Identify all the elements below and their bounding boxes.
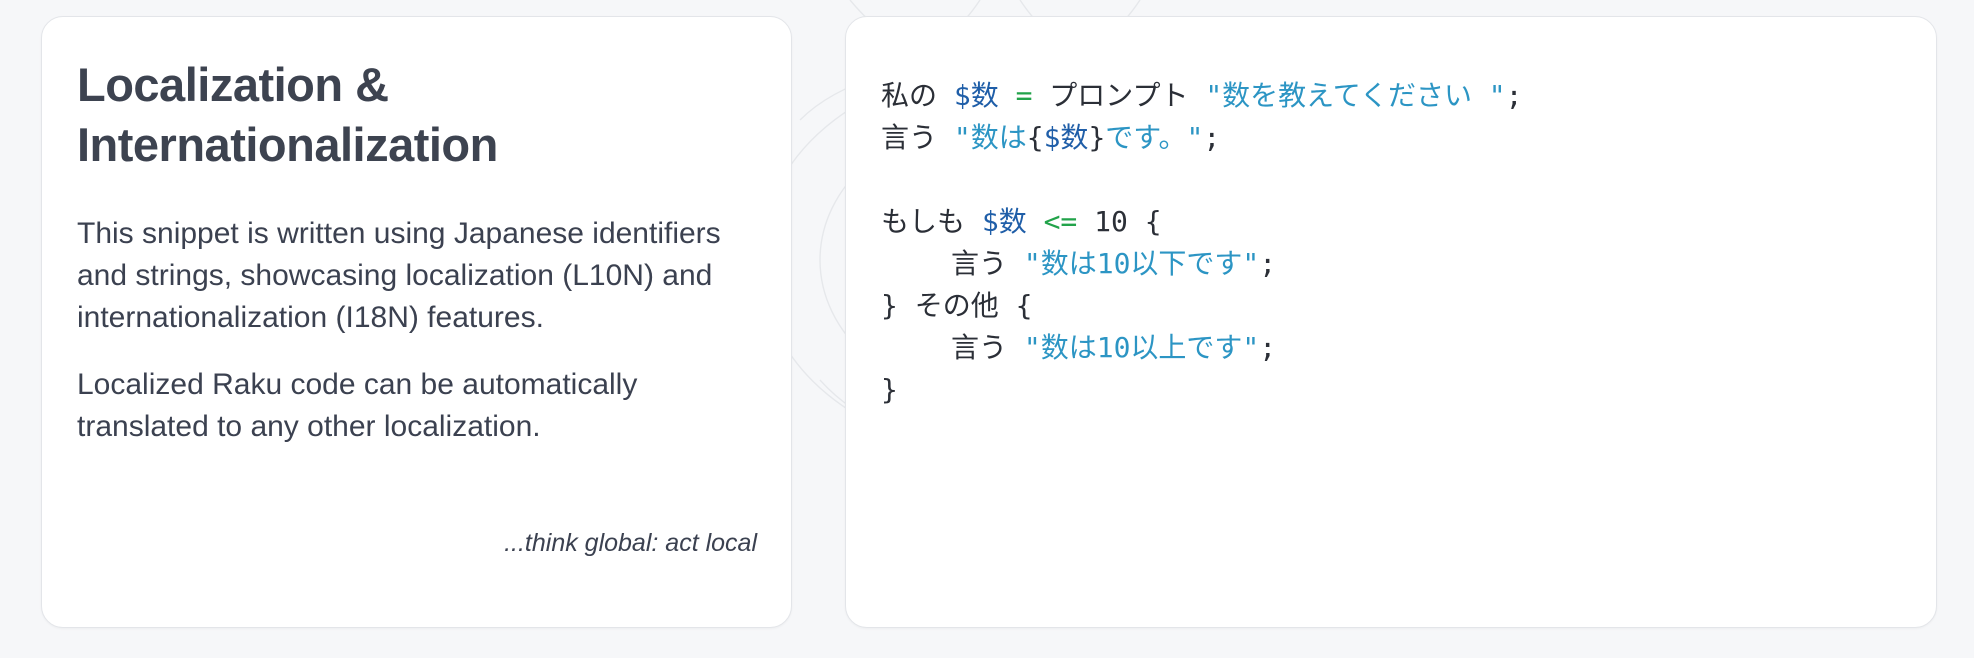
translation-paragraph: Localized Raku code can be automatically… [77, 368, 638, 443]
code-string: です。" [1105, 121, 1204, 154]
description-paragraph: This snippet is written using Japanese i… [77, 217, 721, 334]
code-variable: $数 [953, 79, 999, 112]
code-variable: $数 [981, 205, 1027, 238]
code-keyword: 言う [881, 121, 954, 154]
code-string: "数を教えてください " [1205, 79, 1506, 112]
code-string: "数は10以上です" [1023, 331, 1260, 364]
code-line-1: 私の $数 = プロンプト "数を教えてください "; [881, 75, 1902, 117]
code-string: "数は [953, 121, 1027, 154]
code-line-6: } その他 { [881, 285, 1902, 327]
code-function: プロンプト [1049, 79, 1206, 112]
code-operator: <= [1026, 205, 1095, 238]
code-variable: $数 [1043, 121, 1089, 154]
code-line-5: 言う "数は10以下です"; [881, 243, 1902, 285]
code-punctuation: { [1026, 121, 1044, 154]
code-closing-brace: } [881, 373, 898, 406]
tagline: ...think global: act local [504, 529, 757, 557]
code-line-8: } [881, 369, 1902, 411]
code-block: 私の $数 = プロンプト "数を教えてください "; 言う "数は{$数}です。… [881, 75, 1902, 411]
code-keyword: 言う [951, 331, 1024, 364]
code-punctuation: ; [1259, 247, 1277, 280]
code-punctuation: ; [1259, 331, 1277, 364]
info-card: Localization & Internationalization This… [41, 16, 792, 628]
code-operator: = [998, 79, 1050, 112]
code-number: 10 { [1094, 205, 1162, 238]
code-string: "数は10以下です" [1023, 247, 1260, 280]
code-keyword: 私の [881, 79, 954, 112]
code-else-clause: } その他 { [881, 289, 1033, 322]
code-card: 私の $数 = プロンプト "数を教えてください "; 言う "数は{$数}です。… [845, 16, 1937, 628]
code-line-4: もしも $数 <= 10 { [881, 201, 1902, 243]
code-keyword: もしも [881, 205, 982, 238]
code-punctuation: ; [1505, 79, 1523, 112]
code-line-2: 言う "数は{$数}です。"; [881, 117, 1902, 159]
code-punctuation: } [1088, 121, 1106, 154]
code-keyword: 言う [951, 247, 1024, 280]
card-title: Localization & Internationalization [77, 58, 498, 171]
code-punctuation: ; [1203, 121, 1221, 154]
code-line-7: 言う "数は10以上です"; [881, 327, 1902, 369]
